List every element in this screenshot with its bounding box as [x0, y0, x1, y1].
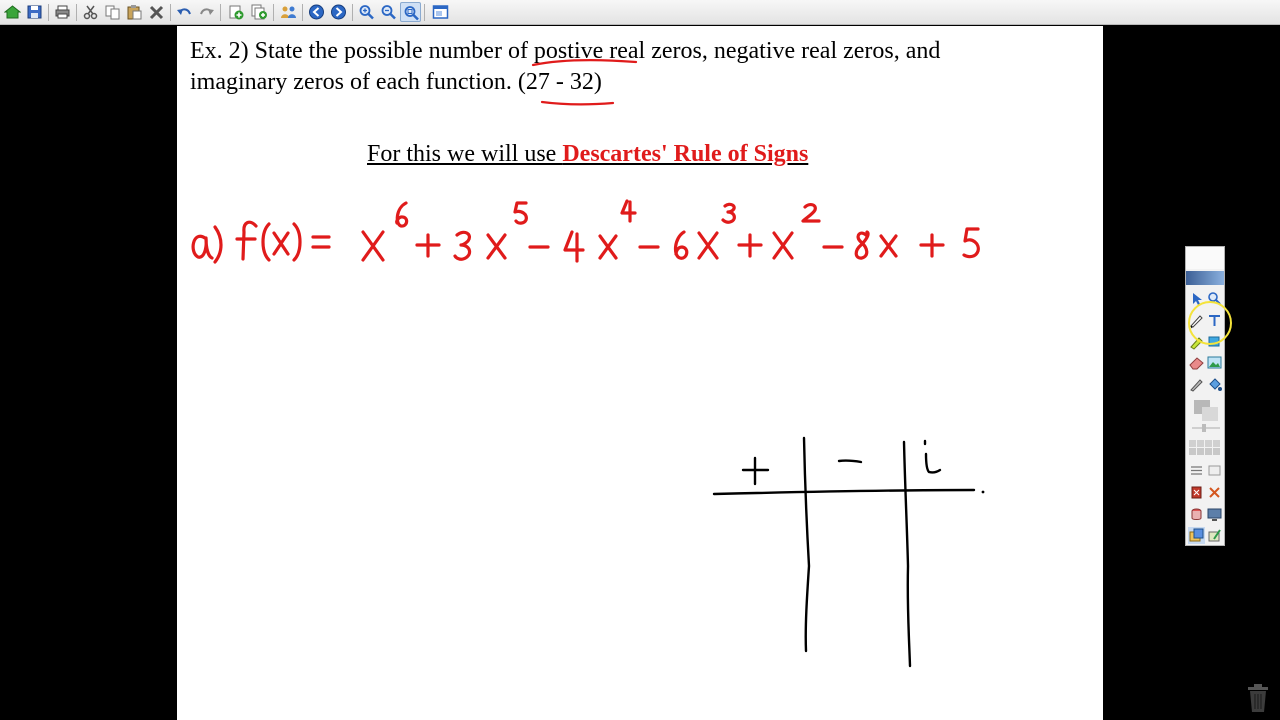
delete-button[interactable]	[146, 2, 167, 22]
print-button[interactable]	[52, 2, 73, 22]
palette-grip[interactable]	[1186, 247, 1224, 269]
delete-icon	[1191, 486, 1202, 499]
add-page-icon	[229, 5, 244, 20]
swatch-grid-icon	[1189, 440, 1220, 455]
lines-tool[interactable]	[1188, 462, 1205, 479]
print-icon	[55, 5, 70, 19]
arrow-left-icon	[309, 4, 324, 20]
home-icon	[4, 5, 21, 19]
pen-tool[interactable]	[1188, 312, 1205, 329]
pencil-icon	[1190, 379, 1203, 392]
copy-button[interactable]	[102, 2, 123, 22]
shape-icon	[1208, 336, 1220, 347]
cut-icon	[1209, 487, 1220, 498]
gallery-icon	[1189, 528, 1204, 542]
text-tool[interactable]	[1206, 312, 1223, 329]
cut-tool[interactable]	[1206, 484, 1223, 501]
trash-icon[interactable]	[1245, 683, 1271, 713]
zoom-fit-button[interactable]	[400, 2, 421, 22]
handwriting-layer	[191, 58, 985, 668]
zoom-out-icon	[381, 5, 396, 20]
zoom-icon	[1208, 292, 1221, 305]
save-button[interactable]	[24, 2, 45, 22]
lines-icon	[1191, 466, 1202, 475]
redo-icon	[200, 8, 214, 15]
eraser-icon	[1189, 357, 1204, 370]
image-tool[interactable]	[1206, 354, 1223, 371]
highlighter-icon	[1190, 337, 1203, 350]
color-swatch[interactable]	[1192, 398, 1220, 422]
clear-icon	[1208, 465, 1221, 476]
image-icon	[1207, 356, 1222, 369]
underline-marks	[531, 58, 638, 106]
select-tool[interactable]	[1188, 290, 1205, 307]
home-button[interactable]	[2, 2, 23, 22]
fill-icon	[1209, 378, 1222, 391]
paste-button[interactable]	[124, 2, 145, 22]
insert-page-icon	[251, 4, 267, 20]
shape-tool[interactable]	[1206, 333, 1223, 350]
magic-tool[interactable]	[1206, 527, 1223, 544]
pencil-tool[interactable]	[1188, 376, 1205, 393]
magic-icon	[1208, 529, 1221, 542]
scissors-icon	[83, 5, 98, 20]
handwritten-sign-table	[712, 436, 985, 668]
select-icon	[1193, 293, 1202, 305]
monitor-icon	[1207, 508, 1222, 521]
zoom-fit-icon	[404, 6, 419, 21]
handwritten-equation	[191, 199, 980, 264]
palette-colors[interactable]	[1188, 439, 1224, 457]
users-icon	[281, 6, 296, 18]
tool-palette	[1185, 246, 1225, 546]
share-button[interactable]	[278, 2, 299, 22]
delete-icon	[149, 5, 164, 20]
width-slider[interactable]	[1192, 424, 1220, 432]
arrow-right-icon	[331, 4, 346, 20]
undo-button[interactable]	[174, 2, 195, 22]
record-icon	[1191, 508, 1202, 520]
gallery-tool[interactable]	[1188, 527, 1205, 544]
add-page-button[interactable]	[226, 2, 247, 22]
save-icon	[27, 5, 42, 19]
redo-button[interactable]	[196, 2, 217, 22]
text-icon	[1209, 315, 1220, 326]
top-toolbar	[0, 0, 1280, 25]
zoom-tool[interactable]	[1206, 290, 1223, 307]
next-page-button[interactable]	[328, 2, 349, 22]
record-tool[interactable]	[1188, 506, 1205, 523]
screen-button[interactable]	[430, 2, 451, 22]
color-icon	[1194, 400, 1218, 421]
previous-page-button[interactable]	[306, 2, 327, 22]
insert-page-button[interactable]	[249, 2, 270, 22]
zoom-out-button[interactable]	[378, 2, 399, 22]
pen-icon	[1190, 315, 1203, 329]
window-icon	[432, 5, 449, 19]
highlighter-tool[interactable]	[1188, 333, 1205, 350]
whiteboard-page[interactable]: Ex. 2) State the possible number of post…	[177, 26, 1103, 720]
cut-button[interactable]	[80, 2, 101, 22]
slider-icon	[1192, 424, 1220, 432]
undo-icon	[177, 8, 191, 15]
delete-object-tool[interactable]	[1188, 484, 1205, 501]
copy-icon	[105, 5, 120, 20]
zoom-in-icon	[359, 5, 374, 20]
zoom-in-button[interactable]	[356, 2, 377, 22]
paste-icon	[127, 5, 142, 20]
monitor-tool[interactable]	[1206, 506, 1223, 523]
palette-banner	[1186, 271, 1224, 285]
eraser-tool[interactable]	[1188, 354, 1205, 371]
fill-tool[interactable]	[1206, 376, 1223, 393]
clear-tool[interactable]	[1206, 462, 1223, 479]
